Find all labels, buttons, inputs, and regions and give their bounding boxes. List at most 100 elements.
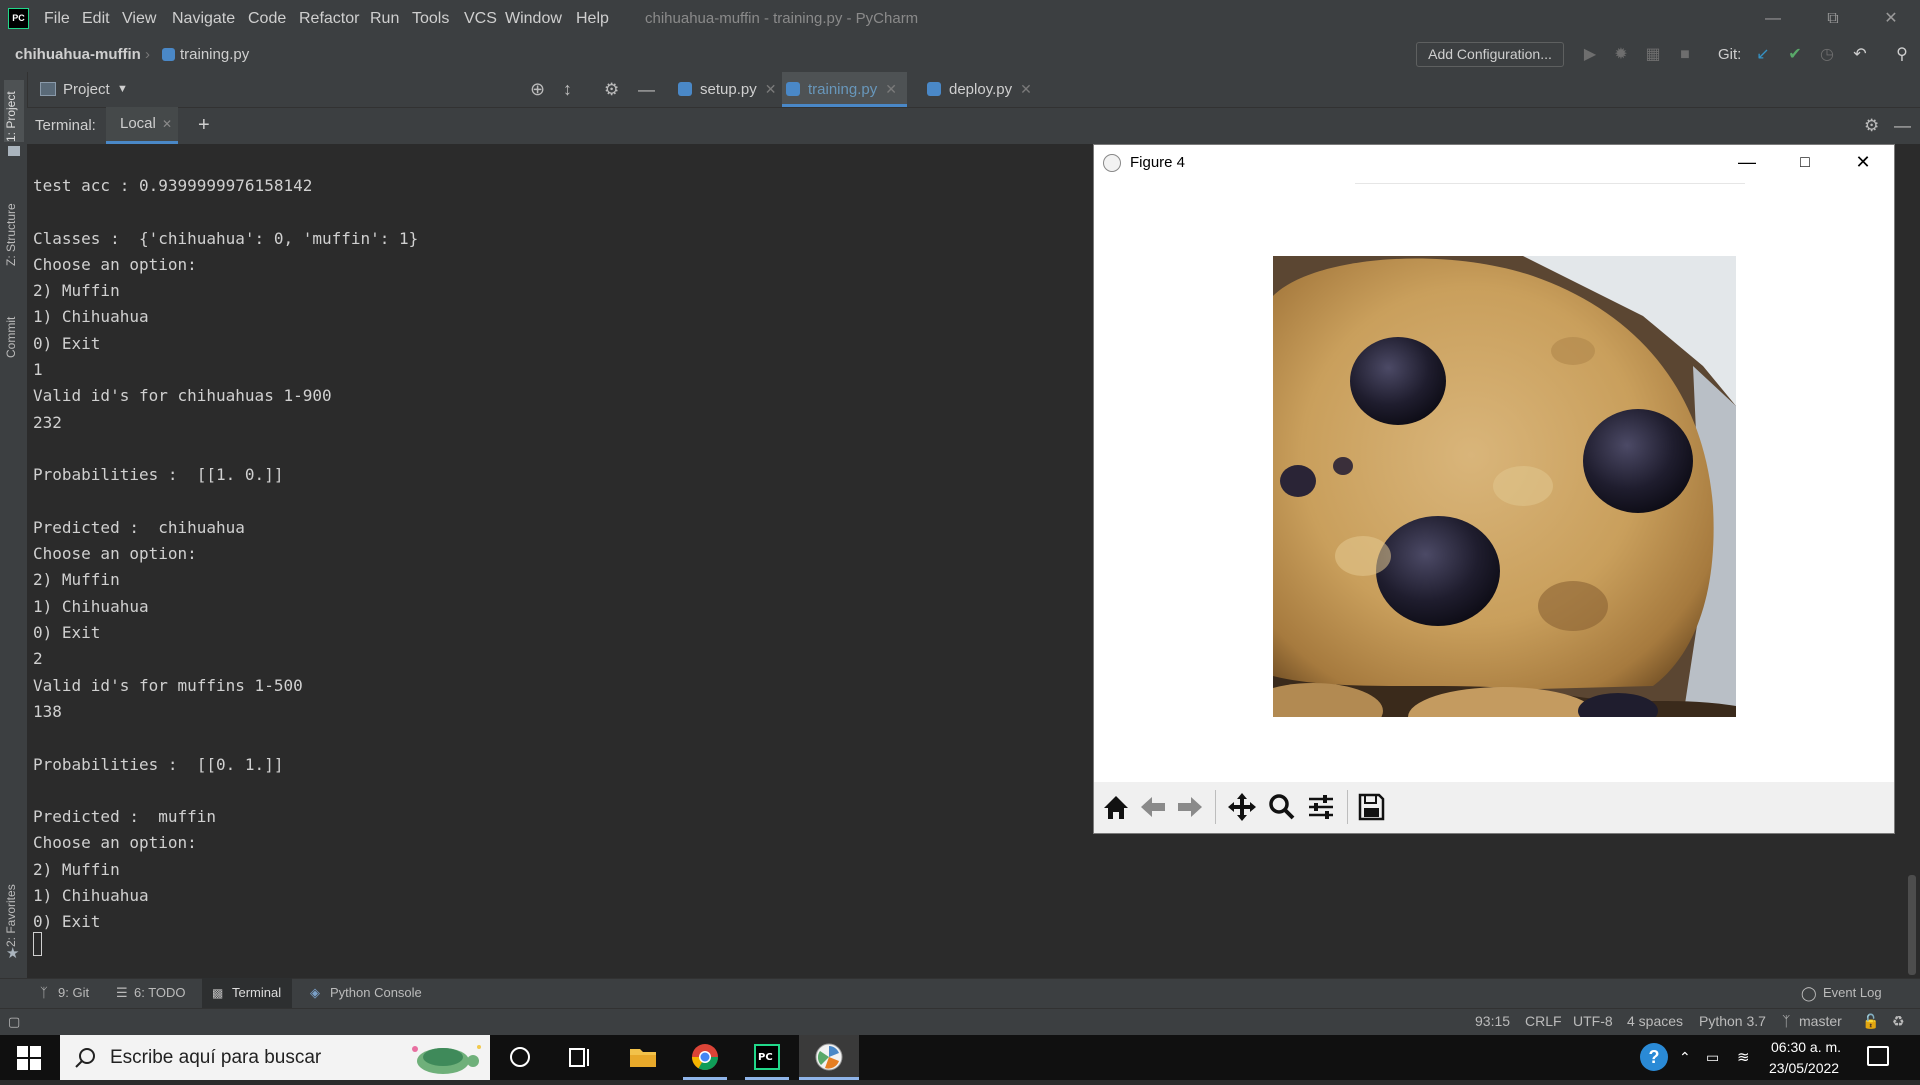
hide-panel-icon[interactable]: — [638,72,655,107]
close-tab-icon[interactable]: ✕ [885,81,897,97]
structure-tool-button[interactable]: Z: Structure [4,184,24,266]
python-file-icon [678,82,692,96]
git-label: Git: [1718,46,1742,63]
taskbar-search-input[interactable]: Escribe aquí para buscar [60,1035,490,1080]
git-update-icon[interactable]: ↙ [1752,44,1774,66]
restore-icon[interactable]: ⧉ [1804,0,1862,37]
pycharm-taskbar-icon[interactable]: PC [737,1035,797,1080]
chrome-icon[interactable] [675,1035,735,1080]
tab-todo[interactable]: 6: TODO [134,978,186,1008]
gear-icon[interactable]: ⚙ [1864,107,1879,144]
terminal-icon: ▩ [212,986,224,1000]
matplotlib-taskbar-icon[interactable] [799,1035,859,1080]
breadcrumb-file[interactable]: training.py [180,37,249,72]
hide-panel-icon[interactable]: — [1894,107,1911,144]
gear-icon[interactable]: ⚙ [604,72,619,107]
close-tab-icon[interactable]: ✕ [1020,81,1032,97]
close-icon[interactable]: ✕ [1862,0,1920,37]
windows-start-icon[interactable] [17,1046,41,1070]
cursor-position[interactable]: 93:15 [1475,1008,1510,1035]
close-tab-icon[interactable]: ✕ [765,81,777,97]
breadcrumb-project[interactable]: chihuahua-muffin [15,37,141,72]
debug-icon[interactable]: ✹ [1610,44,1632,66]
search-everywhere-icon[interactable]: ⚲ [1891,44,1913,66]
search-placeholder: Escribe aquí para buscar [110,1047,322,1068]
collapse-icon[interactable]: ↕ [563,72,572,107]
layout-icon[interactable]: ▢ [8,1008,20,1035]
pan-icon[interactable] [1224,788,1260,826]
git-commit-icon[interactable]: ✔ [1784,44,1806,66]
tray-chevron-up-icon[interactable]: ⌃ [1679,1035,1691,1080]
cortana-icon[interactable] [490,1035,550,1080]
locate-icon[interactable]: ⊕ [530,72,545,107]
git-branch[interactable]: master [1799,1008,1842,1035]
tab-terminal-active[interactable]: ▩ Terminal [202,978,292,1008]
tab-setup-py[interactable]: setup.py ✕ [674,72,776,107]
python-interpreter[interactable]: Python 3.7 [1699,1008,1766,1035]
terminal-scrollbar[interactable] [1908,875,1916,975]
tab-deploy-py[interactable]: deploy.py ✕ [923,72,1032,107]
menu-window[interactable]: Window [505,0,562,37]
lock-icon[interactable]: 🔓 [1862,1008,1879,1035]
tab-training-py[interactable]: training.py ✕ [782,72,907,107]
git-rollback-icon[interactable]: ↶ [1849,44,1871,66]
menu-file[interactable]: File [44,0,70,37]
commit-tool-button[interactable]: Commit [4,298,24,358]
file-encoding[interactable]: UTF-8 [1573,1008,1613,1035]
project-panel-label[interactable]: Project [63,72,110,107]
menu-refactor[interactable]: Refactor [299,0,359,37]
list-icon: ☰ [116,985,128,1000]
zoom-icon[interactable] [1264,788,1300,826]
tab-python-console[interactable]: Python Console [330,978,422,1008]
chevron-down-icon[interactable]: ▼ [117,72,128,107]
help-icon[interactable]: ? [1640,1043,1668,1071]
git-history-icon[interactable]: ◷ [1816,44,1838,66]
run-icon[interactable]: ▶ [1579,44,1601,66]
terminal-line: 1) Chihuahua [33,596,149,616]
figure-close-icon[interactable]: ✕ [1834,145,1892,180]
stop-icon[interactable]: ■ [1674,44,1696,66]
clock-time[interactable]: 06:30 a. m. [1771,1037,1841,1057]
configure-subplots-icon[interactable] [1303,788,1339,826]
terminal-line: Probabilities : [[1. 0.]] [33,465,284,485]
terminal-tab-label: Local [120,115,156,132]
minimize-icon[interactable]: — [1744,0,1802,37]
clock-date[interactable]: 23/05/2022 [1769,1058,1839,1078]
notifications-icon[interactable] [1867,1046,1889,1066]
add-configuration-button[interactable]: Add Configuration... [1416,42,1564,67]
file-explorer-icon[interactable] [613,1035,673,1080]
menu-edit[interactable]: Edit [82,0,110,37]
menu-help[interactable]: Help [576,0,609,37]
new-terminal-icon[interactable]: + [198,107,210,144]
home-icon[interactable] [1098,788,1134,826]
save-icon[interactable] [1353,788,1389,826]
matplotlib-icon [1103,154,1121,172]
tab-git[interactable]: 9: Git [58,978,89,1008]
line-separator[interactable]: CRLF [1525,1008,1562,1035]
battery-icon[interactable]: ▭ [1706,1035,1719,1080]
figure-maximize-icon[interactable]: □ [1776,145,1834,180]
toolbar-separator [1215,790,1216,824]
close-tab-icon[interactable]: ✕ [162,107,172,141]
tab-label: training.py [808,81,878,98]
back-icon[interactable] [1135,788,1171,826]
figure-minimize-icon[interactable]: — [1718,145,1776,180]
coverage-icon[interactable]: ▦ [1642,44,1664,66]
indent-setting[interactable]: 4 spaces [1627,1008,1683,1035]
project-tool-button[interactable]: 1: Project [4,80,24,142]
favorites-tool-button[interactable]: 2: Favorites [4,867,24,947]
forward-icon[interactable] [1172,788,1208,826]
menu-code[interactable]: Code [248,0,286,37]
menu-tools[interactable]: Tools [412,0,449,37]
terminal-tab-local[interactable]: Local ✕ [106,107,178,144]
memory-indicator-icon[interactable]: ♻ [1892,1008,1905,1035]
menu-view[interactable]: View [122,0,156,37]
menu-run[interactable]: Run [370,0,399,37]
event-log-button[interactable]: Event Log [1823,978,1882,1008]
terminal-line: Choose an option: [33,833,197,853]
menu-navigate[interactable]: Navigate [172,0,235,37]
task-view-icon[interactable] [550,1035,610,1080]
wifi-icon[interactable]: ≋ [1737,1035,1750,1080]
menu-vcs[interactable]: VCS [464,0,497,37]
